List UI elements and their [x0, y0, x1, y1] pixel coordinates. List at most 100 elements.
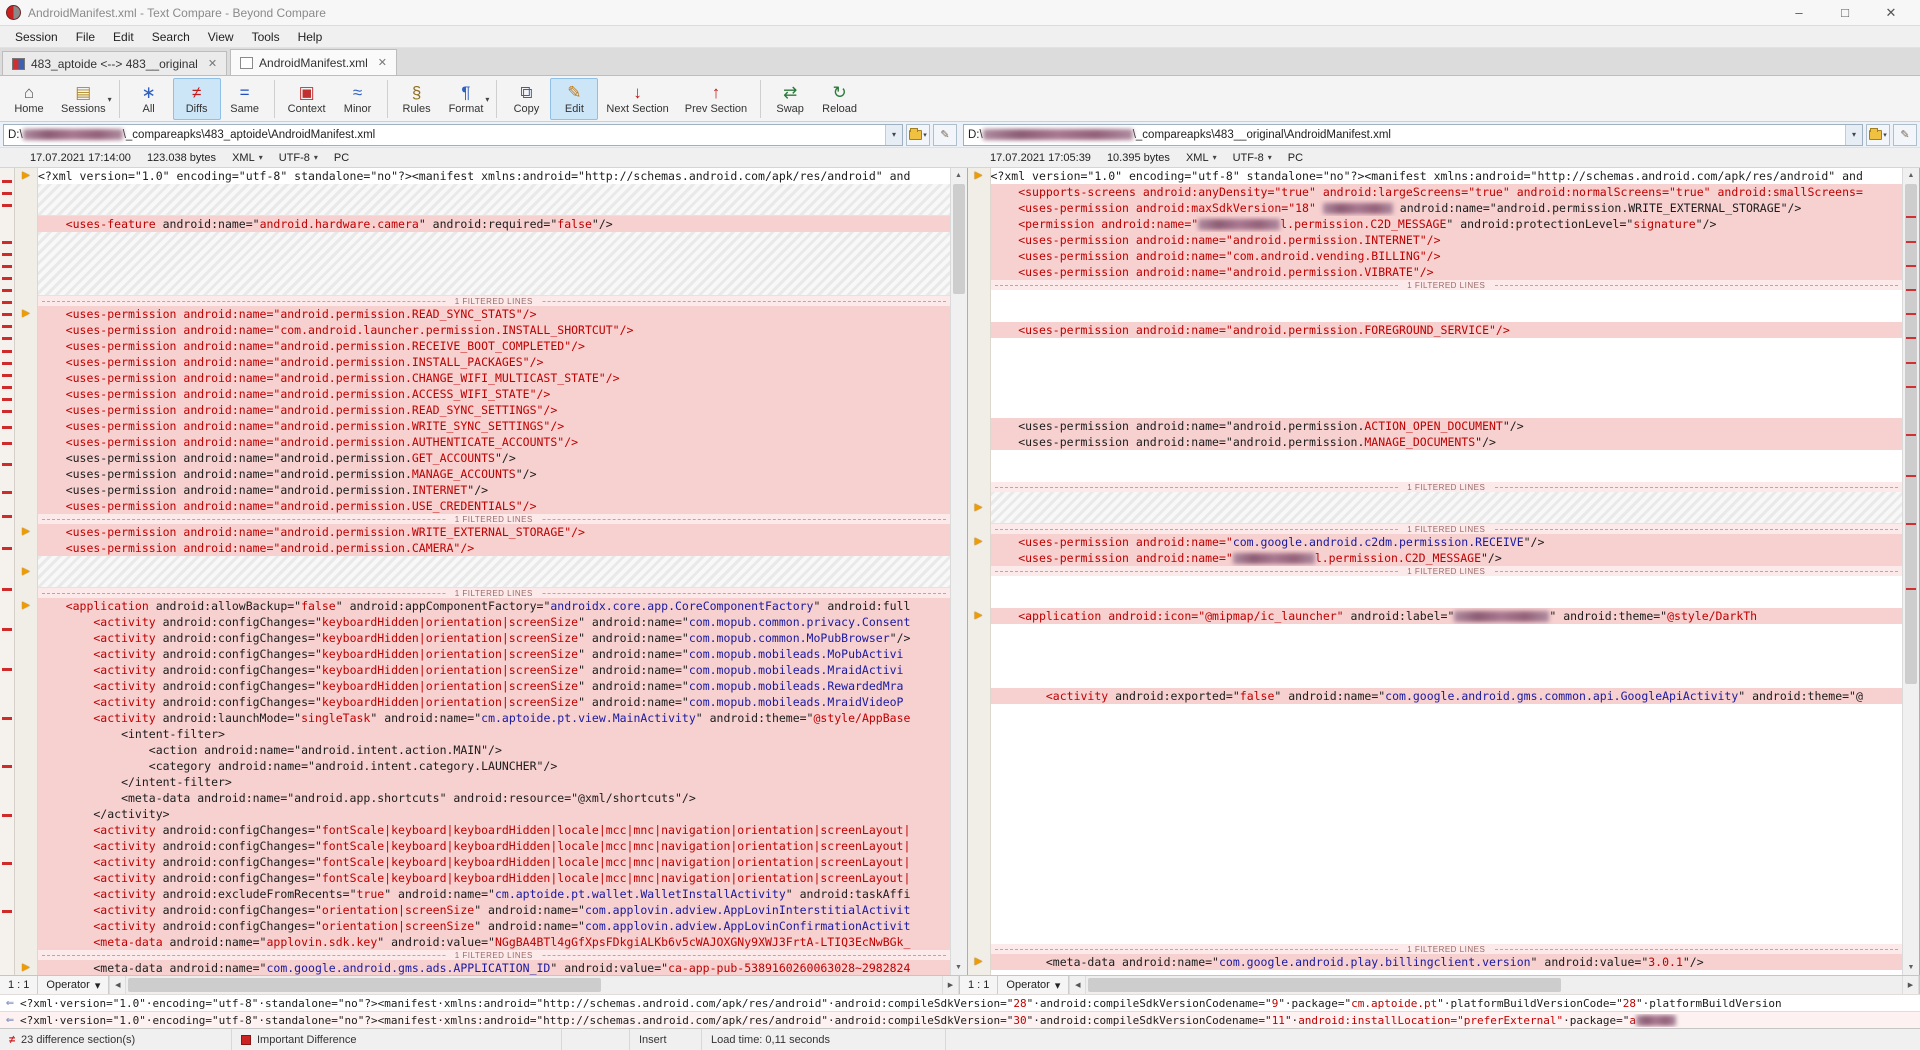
scroll-thumb[interactable]: [128, 978, 602, 992]
scroll-down-icon[interactable]: ▼: [951, 960, 967, 975]
code-line[interactable]: <uses-feature android:name="android.hard…: [38, 216, 950, 232]
filtered-separator[interactable]: 1 FILTERED LINES: [990, 566, 1902, 576]
toolbar-swap-button[interactable]: ⇄ Swap: [766, 78, 814, 120]
code-line[interactable]: <activity android:launchMode="singleTask…: [38, 710, 950, 726]
scroll-left-icon[interactable]: ◀: [1069, 976, 1087, 994]
code-line[interactable]: <intent-filter>: [38, 726, 950, 742]
code-line[interactable]: <uses-permission android:name="android.p…: [38, 402, 950, 418]
left-browse-button[interactable]: ▾: [906, 123, 930, 146]
right-vscrollbar[interactable]: ▲ ▼: [1902, 168, 1919, 975]
scroll-thumb[interactable]: [1088, 978, 1562, 992]
path-dropdown-icon[interactable]: ▾: [1845, 124, 1862, 145]
code-line[interactable]: <uses-permission android:name="android.p…: [38, 386, 950, 402]
code-line[interactable]: <permission android:name=" l.permission.C…: [990, 216, 1902, 232]
code-line[interactable]: <uses-permission android:name="android.p…: [38, 466, 950, 482]
right-edit-path-button[interactable]: ✎: [1893, 123, 1917, 146]
code-line[interactable]: <uses-permission android:name="android.p…: [38, 306, 950, 322]
scroll-up-icon[interactable]: ▲: [1903, 168, 1919, 183]
filtered-separator[interactable]: 1 FILTERED LINES: [990, 944, 1902, 954]
code-line[interactable]: [991, 338, 1903, 418]
format-select[interactable]: XML ▾: [232, 152, 263, 164]
code-line[interactable]: <action android:name="android.intent.act…: [38, 742, 950, 758]
section-arrow-icon[interactable]: ▶: [975, 503, 983, 513]
code-line[interactable]: <?xml version="1.0" encoding="utf-8" sta…: [991, 168, 1903, 184]
code-line[interactable]: <activity android:excludeFromRecents="tr…: [38, 886, 950, 902]
code-line[interactable]: <uses-permission android:name="android.p…: [38, 450, 950, 466]
filtered-separator[interactable]: 1 FILTERED LINES: [38, 950, 950, 960]
code-line[interactable]: <uses-permission android:name="com.googl…: [990, 534, 1902, 550]
tab-androidmanifest.xml[interactable]: AndroidManifest.xml ✕: [230, 49, 397, 75]
menu-help[interactable]: Help: [289, 30, 332, 44]
code-line[interactable]: [991, 290, 1903, 322]
code-line[interactable]: <uses-permission android:maxSdkVersion="…: [990, 200, 1902, 216]
toolbar-home-button[interactable]: ⌂ Home: [5, 78, 53, 120]
code-line[interactable]: <activity android:configChanges="keyboar…: [38, 614, 950, 630]
code-line[interactable]: <meta-data android:name="android.app.sho…: [38, 790, 950, 806]
left-code-editor[interactable]: ▶ <?xml version="1.0" encoding="utf-8" st…: [15, 168, 950, 975]
code-line[interactable]: <uses-permission android:name=" l.permiss…: [990, 550, 1902, 566]
code-line[interactable]: [991, 624, 1903, 688]
code-line[interactable]: <uses-permission android:name="android.p…: [990, 418, 1902, 434]
right-mode-select[interactable]: Operator ▾: [998, 976, 1070, 994]
scroll-right-icon[interactable]: ▶: [1902, 976, 1919, 994]
path-dropdown-icon[interactable]: ▾: [885, 124, 902, 145]
code-line[interactable]: <uses-permission android:name="com.andro…: [990, 248, 1902, 264]
tab-483_aptoide-<-->-483__original[interactable]: 483_aptoide <--> 483__original ✕: [2, 51, 228, 75]
code-line[interactable]: <uses-permission android:name="android.p…: [990, 322, 1902, 338]
left-vscrollbar[interactable]: ▲ ▼: [949, 168, 967, 975]
code-line[interactable]: [991, 704, 1903, 944]
toolbar-edit-button[interactable]: ✎ Edit: [550, 77, 599, 120]
section-arrow-icon[interactable]: ▶: [975, 611, 983, 621]
section-arrow-icon[interactable]: ▶: [975, 957, 983, 967]
left-hscrollbar[interactable]: ◀ ▶: [109, 976, 959, 994]
code-line[interactable]: <activity android:configChanges="fontSca…: [38, 854, 950, 870]
section-arrow-icon[interactable]: ▶: [22, 527, 30, 537]
toolbar-format-button[interactable]: ¶ Format ▾: [441, 78, 492, 120]
toolbar-copy-button[interactable]: ⧉ Copy: [502, 78, 550, 120]
menu-tools[interactable]: Tools: [243, 30, 289, 44]
toolbar-sessions-button[interactable]: ▤ Sessions ▾: [53, 78, 114, 120]
code-line[interactable]: [991, 576, 1903, 608]
close-icon[interactable]: ✕: [1868, 0, 1914, 25]
code-line[interactable]: <application android:icon="@mipmap/ic_la…: [990, 608, 1902, 624]
code-line[interactable]: <activity android:configChanges="orienta…: [38, 902, 950, 918]
code-line[interactable]: <category android:name="android.intent.c…: [38, 758, 950, 774]
tab-close-icon[interactable]: ✕: [378, 56, 387, 69]
toolbar-context-button[interactable]: ▣ Context: [280, 78, 334, 120]
code-line[interactable]: <uses-permission android:name="android.p…: [38, 434, 950, 450]
right-path-input[interactable]: D:\ \_compareapks\483__original\AndroidMa…: [963, 123, 1863, 146]
code-line[interactable]: <meta-data android:name="applovin.sdk.ke…: [38, 934, 950, 950]
code-line[interactable]: <supports-screens android:anyDensity="tr…: [990, 184, 1902, 200]
right-browse-button[interactable]: ▾: [1866, 123, 1890, 146]
menu-edit[interactable]: Edit: [104, 30, 143, 44]
left-path-input[interactable]: D:\ \_compareapks\483_aptoide\AndroidMani…: [3, 123, 903, 146]
code-line[interactable]: <activity android:configChanges="fontSca…: [38, 870, 950, 886]
scroll-down-icon[interactable]: ▼: [1903, 960, 1919, 975]
menu-search[interactable]: Search: [143, 30, 199, 44]
section-arrow-icon[interactable]: ▶: [22, 309, 30, 319]
right-code-editor[interactable]: ▶ <?xml version="1.0" encoding="utf-8" st…: [967, 168, 1903, 975]
toolbar-same-button[interactable]: = Same: [221, 78, 269, 120]
filtered-separator[interactable]: 1 FILTERED LINES: [38, 296, 950, 306]
encoding-select[interactable]: UTF-8 ▾: [279, 152, 318, 164]
scroll-thumb[interactable]: [952, 184, 965, 294]
code-line[interactable]: <activity android:configChanges="keyboar…: [38, 630, 950, 646]
importance-indicator[interactable]: Important Difference: [232, 1029, 562, 1050]
toolbar-all-button[interactable]: ∗ All: [125, 78, 173, 120]
code-line[interactable]: <meta-data android:name="com.google.andr…: [38, 960, 950, 975]
right-line-preview[interactable]: ⇐ <?xml·version="1.0"·encoding="utf-8"·s…: [0, 1011, 1920, 1028]
code-line[interactable]: <activity android:exported="false" andro…: [990, 688, 1902, 704]
code-line[interactable]: <activity android:configChanges="keyboar…: [38, 646, 950, 662]
right-hscrollbar[interactable]: ◀ ▶: [1069, 976, 1919, 994]
section-arrow-icon[interactable]: ▶: [975, 171, 983, 181]
code-line[interactable]: <activity android:configChanges="keyboar…: [38, 694, 950, 710]
toolbar-minor-button[interactable]: ≈ Minor: [334, 78, 382, 120]
menu-file[interactable]: File: [67, 30, 104, 44]
code-line[interactable]: <uses-permission android:name="android.p…: [990, 232, 1902, 248]
code-line[interactable]: <uses-permission android:name="android.p…: [38, 482, 950, 498]
code-line[interactable]: <activity android:configChanges="fontSca…: [38, 838, 950, 854]
minimize-icon[interactable]: –: [1776, 0, 1822, 25]
format-select[interactable]: XML ▾: [1186, 152, 1217, 164]
filtered-separator[interactable]: 1 FILTERED LINES: [990, 280, 1902, 290]
section-arrow-icon[interactable]: ▶: [22, 601, 30, 611]
